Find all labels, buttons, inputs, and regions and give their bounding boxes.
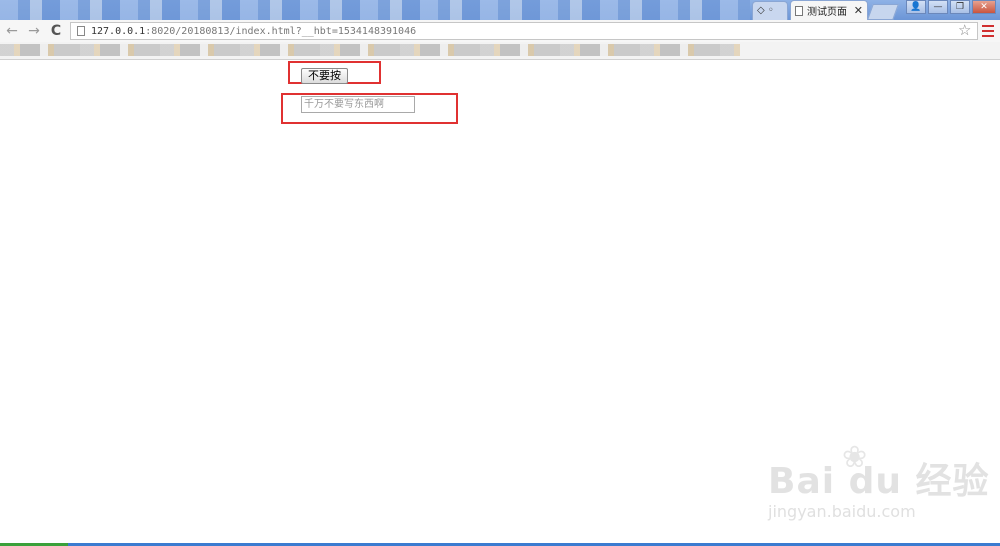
url-text: 127.0.0.1:8020/20180813/index.html?__hbt…: [91, 26, 416, 37]
paw-icon: ❀: [842, 440, 868, 475]
forward-arrow-icon: →: [28, 23, 40, 39]
menu-icon[interactable]: [982, 22, 994, 40]
watermark-url: jingyan.baidu.com: [768, 502, 916, 521]
user-icon[interactable]: 👤: [906, 0, 926, 14]
address-bar[interactable]: 127.0.0.1:8020/20180813/index.html?__hbt…: [70, 22, 978, 40]
user-glyph: 👤: [910, 2, 922, 12]
forward-button[interactable]: →: [26, 22, 42, 40]
close-icon[interactable]: ✕: [854, 4, 863, 17]
url-host: 127.0.0.1: [91, 25, 146, 37]
close-window-icon: ✕: [980, 2, 988, 12]
url-path: :8020/20180813/index.html?__hbt=15341483…: [145, 25, 417, 37]
minimize-button[interactable]: —: [928, 0, 948, 14]
tab-other[interactable]: ◇ ◦: [752, 1, 788, 20]
tab-active[interactable]: 测试页面 ✕: [790, 0, 868, 20]
bookmarks-bar: [0, 42, 1000, 60]
dont-press-button[interactable]: 不要按: [301, 68, 348, 84]
tab-active-title: 测试页面: [807, 7, 847, 18]
back-button[interactable]: ←: [4, 22, 20, 40]
blurred-bookmarks: [0, 44, 740, 56]
restore-button[interactable]: ❐: [950, 0, 970, 14]
bookmark-star-icon[interactable]: ☆: [958, 21, 971, 39]
watermark-logo: Bai du 经验: [768, 461, 990, 502]
back-arrow-icon: ←: [6, 23, 18, 39]
blurred-tabs-region: [0, 0, 750, 20]
restore-icon: ❐: [955, 2, 965, 12]
minimize-icon: —: [933, 2, 943, 12]
tab-other-label: ◇ ◦: [757, 5, 774, 16]
reload-button[interactable]: C: [48, 22, 64, 40]
page-icon: [795, 5, 803, 16]
page-icon: [77, 26, 85, 36]
text-input[interactable]: [301, 96, 415, 113]
star-glyph: ☆: [958, 21, 972, 39]
reload-icon: C: [50, 23, 62, 39]
close-window-button[interactable]: ✕: [972, 0, 996, 14]
